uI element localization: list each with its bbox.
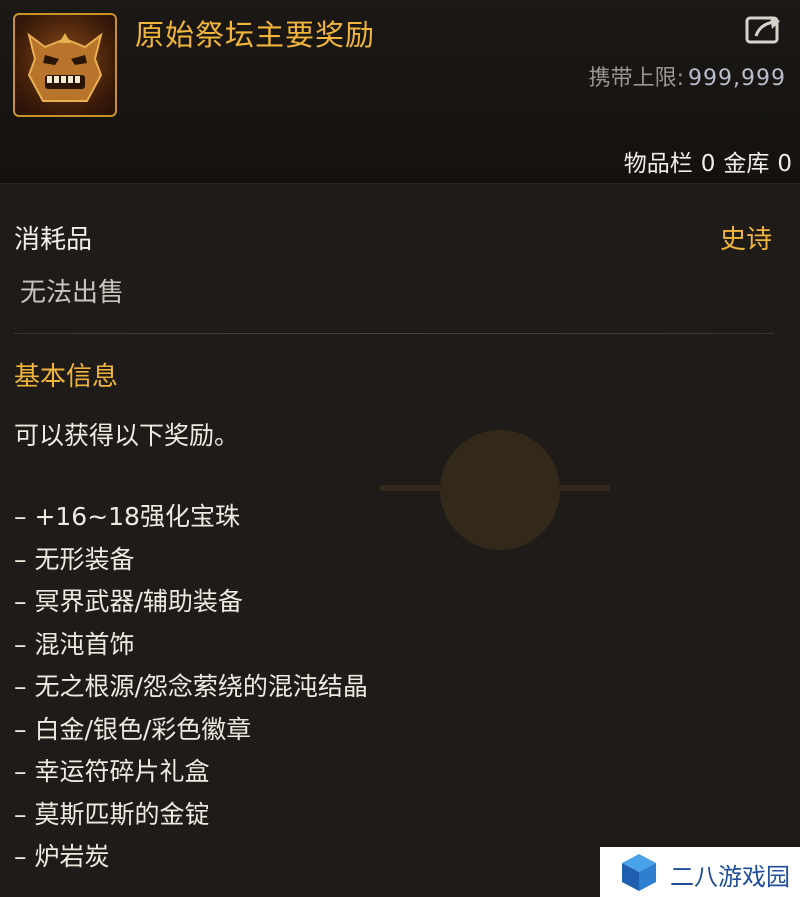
- reward-list: – +16~18强化宝珠 – 无形装备 – 冥界武器/辅助装备 – 混沌首饰 –…: [14, 500, 368, 883]
- item-title: 原始祭坛主要奖励: [135, 18, 376, 52]
- reward-item: – 白金/银色/彩色徽章: [14, 714, 252, 744]
- inventory-count: 0: [700, 151, 716, 177]
- sale-status: 无法出售: [20, 278, 125, 308]
- tooltip-header: 原始祭坛主要奖励 携带上限: 999,999 物品栏 0 金库 0: [0, 0, 800, 184]
- description: 可以获得以下奖励。: [14, 421, 240, 450]
- reward-item: – 炉岩炭: [14, 842, 110, 871]
- section-title: 基本信息: [14, 362, 119, 392]
- reward-item: – 莫斯匹斯的金锭: [14, 799, 210, 829]
- faded-emblem-icon: [380, 430, 610, 550]
- inventory-label: 物品栏: [623, 151, 693, 177]
- reward-item: – 无之根源/怨念萦绕的混沌结晶: [14, 672, 368, 701]
- watermark-text: 二八游戏园: [670, 863, 790, 891]
- reward-item: – +16~18强化宝珠: [14, 502, 240, 531]
- divider: [14, 333, 774, 334]
- cube-logo-icon: [622, 854, 656, 891]
- share-icon[interactable]: [744, 12, 784, 46]
- item-tooltip: 原始祭坛主要奖励 携带上限: 999,999 物品栏 0 金库 0 消耗品 史诗 无法出…: [0, 0, 800, 897]
- vault-label: 金库: [723, 151, 770, 177]
- watermark: 二八游戏园: [600, 847, 800, 897]
- demon-mask-icon: [13, 13, 117, 117]
- reward-item: – 幸运符碎片礼盒: [14, 757, 210, 786]
- item-rarity: 史诗: [719, 225, 772, 255]
- reward-item: – 无形装备: [14, 544, 135, 574]
- reward-item: – 冥界武器/辅助装备: [14, 587, 243, 616]
- reward-item: – 混沌首饰: [14, 629, 135, 659]
- storage-counts: 物品栏 0 金库 0: [616, 144, 792, 178]
- item-category: 消耗品: [14, 225, 93, 255]
- carry-limit-value: 999,999: [688, 66, 786, 91]
- carry-limit-label: 携带上限:: [588, 66, 685, 91]
- carry-limit: 携带上限: 999,999: [589, 60, 786, 92]
- vault-count: 0: [777, 151, 792, 177]
